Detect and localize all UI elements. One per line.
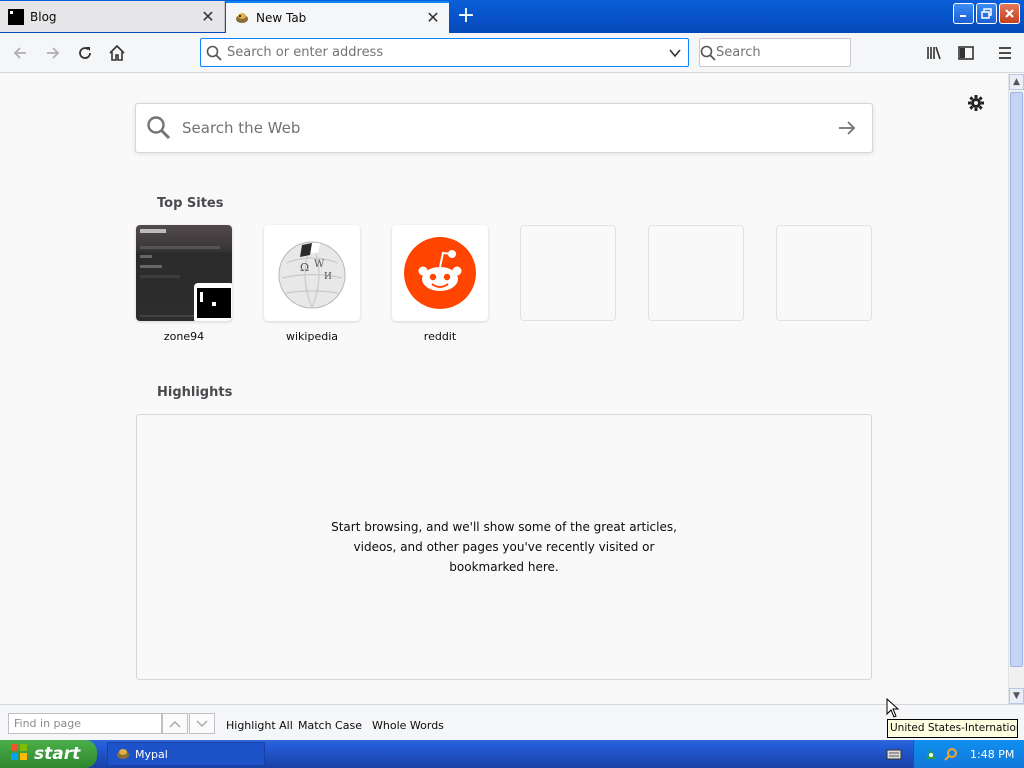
- whole-words-checkbox[interactable]: Whole Words: [372, 719, 444, 732]
- taskbar: start Mypal 1:48 PM: [0, 740, 1024, 768]
- new-tab-button[interactable]: +: [452, 4, 480, 30]
- window-controls: [953, 3, 1020, 24]
- search-go-arrow-icon[interactable]: [822, 118, 872, 138]
- taskbar-item-mypal[interactable]: Mypal: [107, 742, 265, 766]
- menu-button[interactable]: [993, 41, 1017, 65]
- search-input[interactable]: [716, 45, 886, 60]
- close-tab-icon[interactable]: ✕: [425, 10, 441, 26]
- find-bar: Highlight All Match Case Whole Words: [0, 704, 1024, 740]
- tab-label: New Tab: [256, 11, 307, 25]
- hamburger-menu-icon: [999, 47, 1011, 59]
- close-tab-icon[interactable]: ✕: [200, 8, 216, 25]
- back-arrow-icon: [13, 47, 26, 59]
- svg-text:Ω: Ω: [300, 261, 309, 274]
- forward-arrow-icon: [47, 47, 60, 59]
- address-bar[interactable]: [200, 38, 689, 67]
- chevron-down-icon: [196, 719, 208, 727]
- site-name: zone94: [163, 330, 205, 343]
- highlights-empty-state: Start browsing, and we'll show some of t…: [136, 414, 872, 680]
- reload-icon: [79, 47, 91, 59]
- mypal-favicon-icon: [234, 10, 250, 26]
- windows-flag-icon: [10, 743, 28, 766]
- web-search-placeholder: Search the Web: [182, 119, 301, 137]
- title-bar: Blog ✕ New Tab ✕ +: [0, 0, 1024, 33]
- start-button[interactable]: start: [0, 740, 97, 768]
- scrollbar-thumb[interactable]: [1010, 92, 1023, 667]
- reload-button[interactable]: [73, 41, 97, 65]
- site-thumbnail: [392, 225, 488, 321]
- top-site-wikipedia[interactable]: Ω W И wikipedia: [264, 225, 360, 343]
- search-icon: [136, 115, 182, 141]
- zone94-screenshot: [136, 225, 232, 321]
- find-previous-button[interactable]: [162, 713, 188, 734]
- new-tab-page: Search the Web Top Sites zone94 Ω W И wi…: [0, 74, 1008, 704]
- clock: 1:48 PM: [970, 747, 1015, 761]
- library-button[interactable]: [922, 41, 946, 65]
- library-icon: [927, 46, 941, 60]
- top-sites-title: Top Sites: [157, 196, 224, 211]
- site-thumbnail: Ω W И: [264, 225, 360, 321]
- restore-button[interactable]: [976, 3, 997, 24]
- wikipedia-globe-icon: Ω W И: [278, 241, 346, 309]
- top-site-empty: [648, 225, 744, 321]
- back-button[interactable]: [8, 41, 32, 65]
- svg-text:W: W: [314, 259, 325, 270]
- home-icon: [109, 44, 125, 61]
- search-bar[interactable]: [699, 38, 886, 67]
- system-tray: 1:48 PM: [913, 740, 1024, 768]
- empty-site-placeholder: [648, 225, 744, 321]
- blog-favicon-icon: [8, 8, 24, 25]
- highlights-empty-message: Start browsing, and we'll show some of t…: [331, 520, 677, 574]
- navigation-toolbar: [0, 33, 1024, 73]
- sidebar-button[interactable]: [954, 41, 978, 65]
- sidebar-icon: [958, 46, 974, 60]
- search-icon: [201, 45, 227, 61]
- empty-site-placeholder: [776, 225, 872, 321]
- home-button[interactable]: [105, 41, 129, 65]
- tab-blog[interactable]: Blog ✕: [0, 1, 225, 32]
- minimize-button[interactable]: [953, 3, 974, 24]
- chevron-down-icon[interactable]: [662, 46, 688, 60]
- svg-text:И: И: [324, 272, 332, 282]
- empty-site-placeholder: [520, 225, 616, 321]
- search-icon: [700, 45, 716, 61]
- mypal-app-icon: [116, 747, 130, 761]
- keyboard-icon[interactable]: [886, 747, 902, 764]
- top-site-reddit[interactable]: reddit: [392, 225, 488, 343]
- tab-new-tab[interactable]: New Tab ✕: [226, 1, 449, 33]
- find-next-button[interactable]: [189, 713, 215, 734]
- highlight-all-checkbox[interactable]: Highlight All: [226, 719, 293, 732]
- page-scrollbar[interactable]: ▲ ▼: [1008, 74, 1024, 704]
- chevron-up-icon: [169, 720, 181, 728]
- address-input[interactable]: [227, 45, 662, 60]
- tab-label: Blog: [30, 9, 57, 24]
- top-site-zone94[interactable]: zone94: [136, 225, 232, 343]
- top-site-empty: [776, 225, 872, 321]
- highlights-title: Highlights: [157, 385, 233, 400]
- forward-button[interactable]: [41, 41, 65, 65]
- scroll-down-icon[interactable]: ▼: [1009, 688, 1024, 704]
- taskbar-item-label: Mypal: [135, 747, 168, 761]
- match-case-checkbox[interactable]: Match Case: [298, 719, 362, 732]
- reddit-logo-icon: [404, 237, 476, 309]
- keyboard-layout-tooltip: United States-International: [887, 719, 1018, 738]
- gear-icon: [968, 95, 984, 111]
- zone94-favicon-icon: [194, 283, 232, 321]
- settings-button[interactable]: [965, 92, 987, 114]
- site-name: reddit: [423, 330, 457, 343]
- scroll-up-icon[interactable]: ▲: [1009, 74, 1024, 90]
- site-name: wikipedia: [285, 330, 338, 343]
- search-tray-icon[interactable]: [944, 747, 958, 761]
- mouse-cursor-icon: [886, 698, 900, 718]
- web-search-box[interactable]: Search the Web: [135, 103, 873, 153]
- site-thumbnail: [136, 225, 232, 321]
- close-window-button[interactable]: [999, 3, 1020, 24]
- start-label: start: [34, 744, 81, 764]
- network-icon[interactable]: [924, 747, 938, 761]
- find-input[interactable]: [8, 713, 162, 734]
- top-site-empty: [520, 225, 616, 321]
